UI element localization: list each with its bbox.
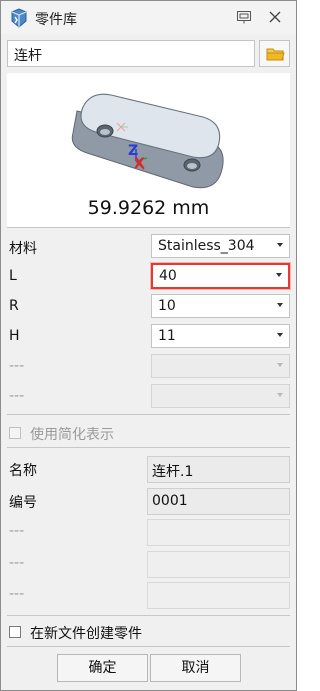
info-name-field[interactable]: 连杆.1 [147,456,290,483]
new-file-checkbox[interactable] [9,626,21,638]
param-label-r: R [9,298,19,314]
part-preview: Z X 59.9262 mm [7,73,290,227]
l-select[interactable]: 40 [151,263,290,289]
h-value: 11 [158,328,176,344]
param-label-empty-1: --- [9,358,25,374]
param-label-empty-2: --- [9,388,25,404]
param-label-material: 材料 [9,241,37,257]
part-name-field[interactable]: 连杆 [7,40,255,67]
measurement-readout: 59.9262 mm [87,197,210,219]
l-value: 40 [159,268,177,284]
info-label-name: 名称 [9,463,37,479]
divider [7,447,290,448]
pin-icon[interactable] [236,10,252,24]
part-library-icon [11,8,27,28]
chevron-down-icon [277,333,283,337]
info-label-empty-2: --- [9,555,25,571]
info-number-field[interactable]: 0001 [147,488,290,515]
param-select-empty-2 [151,384,290,408]
folder-icon [266,48,285,61]
info-empty-field-1 [147,519,290,546]
info-label-empty-1: --- [9,523,25,539]
chevron-down-icon [277,393,283,397]
close-icon[interactable] [267,9,283,25]
material-value: Stainless_304 [158,238,255,254]
info-label-empty-3: --- [9,586,25,602]
info-empty-field-2 [147,551,290,578]
title-bar: 零件库 [1,1,296,34]
axis-x-label: X [134,156,145,172]
open-folder-button[interactable] [259,40,290,67]
param-label-h: H [9,328,20,344]
divider [7,414,290,415]
chevron-down-icon [277,363,283,367]
material-select[interactable]: Stainless_304 [151,234,290,258]
ok-button[interactable]: 确定 [57,654,148,682]
info-empty-field-3 [147,582,290,609]
cancel-button[interactable]: 取消 [150,654,241,682]
param-label-l: L [9,268,17,284]
simplified-checkbox [9,427,21,439]
chevron-down-icon [277,243,283,247]
info-label-number: 编号 [9,495,37,511]
param-select-empty-1 [151,354,290,378]
h-select[interactable]: 11 [151,324,290,348]
divider [7,227,290,228]
r-value: 10 [158,298,176,314]
part-library-panel: 零件库 连杆 Z X 59.9262 mm 材料 Stainless_304 L… [0,0,297,691]
new-file-label: 在新文件创建零件 [30,626,142,642]
chevron-down-icon [276,273,282,277]
simplified-label: 使用简化表示 [30,427,114,443]
r-select[interactable]: 10 [151,294,290,318]
link-part-image [71,93,224,189]
chevron-down-icon [277,303,283,307]
divider [7,615,290,616]
window-title: 零件库 [35,12,77,28]
divider [7,646,290,647]
